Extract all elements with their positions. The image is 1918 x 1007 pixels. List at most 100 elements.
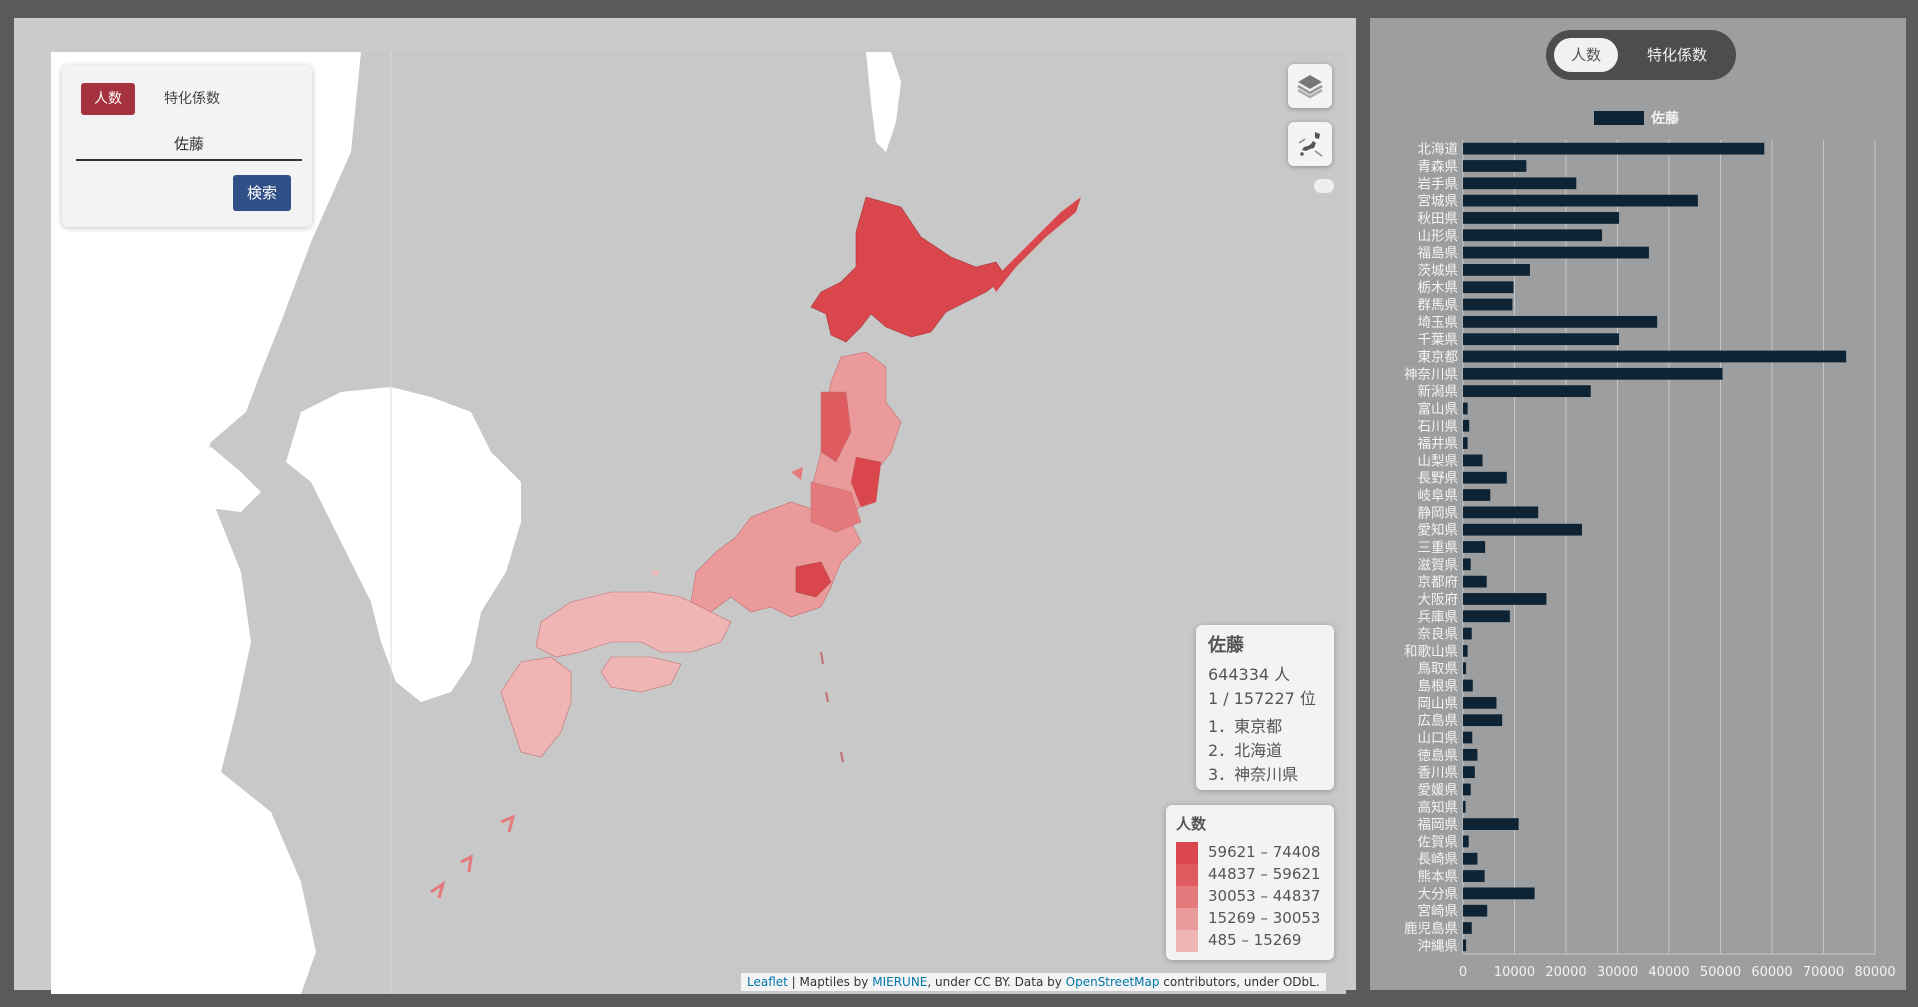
category-label: 愛媛県 xyxy=(1418,782,1459,798)
bar xyxy=(1463,246,1649,259)
category-label: 佐賀県 xyxy=(1418,834,1459,850)
bar xyxy=(1463,696,1497,709)
category-label: 秋田県 xyxy=(1418,211,1459,227)
x-tick-label: 60000 xyxy=(1751,965,1792,980)
bar xyxy=(1463,194,1698,207)
legend-range: 44837 – 59621 xyxy=(1208,865,1321,883)
info-count: 644334 人 xyxy=(1208,665,1291,684)
bar xyxy=(1463,281,1514,294)
category-label: 神奈川県 xyxy=(1404,367,1458,383)
category-label: 埼玉県 xyxy=(1418,315,1459,331)
bar xyxy=(1463,350,1847,363)
category-label: 北海道 xyxy=(1418,142,1459,158)
category-label: 大阪府 xyxy=(1418,592,1459,608)
x-tick-label: 70000 xyxy=(1803,965,1844,980)
bar xyxy=(1463,315,1658,328)
korea-peninsula xyxy=(286,387,521,702)
bar xyxy=(1463,714,1503,727)
category-label: 岡山県 xyxy=(1418,696,1459,712)
kurils xyxy=(991,197,1081,292)
mode-coefficient-button[interactable]: 特化係数 xyxy=(151,83,233,115)
bar xyxy=(1463,333,1620,346)
info-top-3: 3．神奈川県 xyxy=(1208,765,1299,784)
x-tick-label: 30000 xyxy=(1597,965,1638,980)
map-toggle-switch[interactable] xyxy=(1314,179,1334,193)
bar xyxy=(1463,645,1468,657)
map-frame: 人数 特化係数 検索 佐藤 644334 人 1 / 157227 位 1．東京… xyxy=(14,18,1356,994)
mode-count-button[interactable]: 人数 xyxy=(81,83,135,115)
bar xyxy=(1463,783,1471,796)
legend-swatch xyxy=(1176,930,1198,952)
category-label: 富山県 xyxy=(1418,400,1459,417)
x-tick-label: 0 xyxy=(1459,965,1467,980)
category-label: 青森県 xyxy=(1418,159,1459,175)
bar xyxy=(1463,593,1547,605)
bar xyxy=(1463,870,1485,882)
category-label: 山口県 xyxy=(1418,731,1459,747)
layers-icon xyxy=(1297,75,1323,99)
category-label: 長崎県 xyxy=(1418,852,1459,868)
openstreetmap-link[interactable]: OpenStreetMap xyxy=(1066,975,1160,989)
bar xyxy=(1463,229,1603,242)
category-label: 島根県 xyxy=(1418,679,1459,695)
category-label: 沖縄県 xyxy=(1418,938,1459,954)
info-top-2: 2．北海道 xyxy=(1208,741,1283,760)
legend-box: 人数 59621 – 74408 44837 – 59621 30053 – 4… xyxy=(1166,805,1334,960)
category-label: 岩手県 xyxy=(1418,176,1459,192)
bar xyxy=(1463,558,1471,571)
bar xyxy=(1463,748,1478,761)
category-label: 和歌山県 xyxy=(1404,644,1458,660)
surname-search-input[interactable] xyxy=(76,127,302,161)
izu-islands xyxy=(820,651,844,763)
legend-swatch xyxy=(1594,111,1644,125)
x-tick-label: 50000 xyxy=(1700,965,1741,980)
bar xyxy=(1463,385,1591,398)
info-rank: 1 / 157227 位 xyxy=(1208,689,1316,708)
category-label: 群馬県 xyxy=(1418,298,1459,314)
bar xyxy=(1463,177,1577,190)
map-attribution: Leaflet | Maptiles by MIERUNE, under CC … xyxy=(741,973,1326,991)
category-label: 東京都 xyxy=(1418,349,1459,365)
layers-button[interactable] xyxy=(1288,64,1332,108)
legend-swatch xyxy=(1176,886,1198,908)
sado xyxy=(791,467,803,480)
bar-chart: 0 10000 20000 30000 40000 50000 60000 70000 8000… xyxy=(1404,110,1896,980)
bar xyxy=(1463,731,1473,744)
attribution-text-2: , under CC BY. Data by xyxy=(927,975,1066,989)
bar xyxy=(1463,367,1723,380)
category-label: 熊本県 xyxy=(1418,869,1459,885)
category-label: 静岡県 xyxy=(1418,505,1459,521)
search-button[interactable]: 検索 xyxy=(233,175,291,211)
category-label: 三重県 xyxy=(1418,540,1459,556)
search-panel: 人数 特化係数 検索 xyxy=(62,65,312,227)
mierune-link[interactable]: MIERUNE xyxy=(872,975,927,989)
category-label: 滋賀県 xyxy=(1418,557,1459,573)
category-label: 鹿児島県 xyxy=(1404,920,1458,937)
bar xyxy=(1463,437,1468,449)
category-label: 広島県 xyxy=(1418,713,1459,729)
legend-range: 485 – 15269 xyxy=(1208,931,1302,949)
okinawa-islands xyxy=(430,814,516,899)
bar xyxy=(1463,662,1467,675)
bar xyxy=(1463,489,1491,501)
bar xyxy=(1463,887,1535,900)
category-label: 福岡県 xyxy=(1418,817,1459,833)
legend-range: 59621 – 74408 xyxy=(1208,843,1321,861)
category-label: 石川県 xyxy=(1418,419,1459,435)
bar xyxy=(1463,264,1530,276)
oki xyxy=(651,570,659,578)
hokkaido xyxy=(810,196,1007,343)
bar xyxy=(1463,541,1486,553)
bar xyxy=(1463,610,1510,623)
bar xyxy=(1463,627,1472,640)
bar xyxy=(1463,852,1478,865)
legend-title: 人数 xyxy=(1176,815,1207,833)
japan-view-button[interactable] xyxy=(1288,122,1332,166)
legend-range: 30053 – 44837 xyxy=(1208,887,1321,905)
leaflet-link[interactable]: Leaflet xyxy=(747,975,788,989)
x-tick-label: 80000 xyxy=(1854,965,1895,980)
category-label: 愛知県 xyxy=(1418,522,1459,539)
japan-map-icon xyxy=(1298,132,1323,157)
category-label: 茨城県 xyxy=(1418,263,1459,279)
bar xyxy=(1463,454,1483,467)
